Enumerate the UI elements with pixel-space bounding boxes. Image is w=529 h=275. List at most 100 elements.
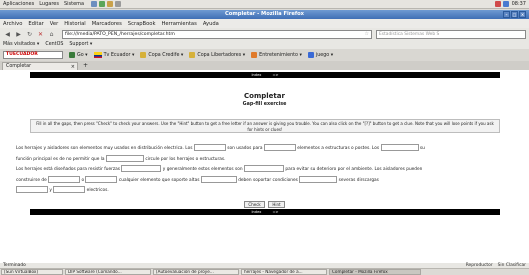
stop-icon[interactable]: ✕ xyxy=(36,30,45,39)
gap-fill-text: Los herrajes y aisladores son elementos … xyxy=(16,144,514,197)
exercise-line-2: función principal es de no permitir que … xyxy=(16,154,514,166)
instructions-text: Fill in all the gaps, then press "Check"… xyxy=(36,121,494,132)
gap-input-9[interactable] xyxy=(200,175,237,183)
text-segment: Los herrajes y aisladores son elementos … xyxy=(16,146,193,151)
exercise-nav-bottom: Index => xyxy=(30,209,500,215)
url-bar[interactable]: file:///media/PATO_PEN_/herrajes/complet… xyxy=(62,29,372,39)
menu-scrapbook[interactable]: ScrapBook xyxy=(128,21,156,27)
game-icon xyxy=(307,52,314,58)
menu-edit[interactable]: Editar xyxy=(28,21,43,27)
bookmarks-toolbar: Más visitados ▾ CentOS Support ▾ xyxy=(0,40,529,49)
gap-input-1[interactable] xyxy=(193,144,226,151)
task-dip-software[interactable]: DIP Software (Comando... xyxy=(65,269,151,275)
ext-go-button[interactable]: Go ▾ xyxy=(69,52,88,58)
check-button[interactable]: Check xyxy=(244,201,265,208)
minimize-icon[interactable]: – xyxy=(503,11,510,18)
back-icon[interactable]: ◀ xyxy=(3,30,12,39)
new-tab-icon[interactable]: + xyxy=(83,62,88,69)
text-segment: cualquier elemento que soporte altas xyxy=(118,177,200,183)
browser-launcher-icon[interactable] xyxy=(91,1,98,7)
gap-input-10[interactable] xyxy=(299,175,338,183)
bookmark-most-visited[interactable]: Más visitados ▾ xyxy=(3,42,39,47)
close-icon[interactable]: × xyxy=(519,11,526,18)
next-link-bottom[interactable]: => xyxy=(273,210,279,214)
gap-input-12[interactable] xyxy=(53,186,86,193)
hint-button[interactable]: Hint xyxy=(268,201,285,208)
index-link-top[interactable]: Index xyxy=(251,73,261,77)
text-segment: o xyxy=(81,177,85,183)
ext-entretenimiento[interactable]: Entretenimiento ▾ xyxy=(251,52,302,58)
index-link-bottom[interactable]: Index xyxy=(251,210,261,214)
mail-launcher-icon[interactable] xyxy=(99,1,106,7)
ext-juego-label: juego ▾ xyxy=(315,52,334,58)
text-segment: severas dirscargas xyxy=(338,177,379,183)
menu-help[interactable]: Ayuda xyxy=(203,21,219,27)
task-virtualbox[interactable]: [Sun VirtualBox] xyxy=(1,269,63,275)
tab-strip: Completar × + xyxy=(0,61,529,70)
menu-bookmarks[interactable]: Marcadores xyxy=(92,21,122,27)
gap-input-4[interactable] xyxy=(105,154,144,162)
exercise-buttons: Check Hint xyxy=(0,201,529,208)
bookmark-support[interactable]: Support ▾ xyxy=(69,42,92,47)
exercise-nav-top: Index => xyxy=(30,72,500,78)
reload-icon[interactable]: ↻ xyxy=(25,30,34,39)
page-content: Index => Completar Gap-fill exercise Fil… xyxy=(0,70,529,263)
tab-close-icon[interactable]: × xyxy=(71,64,75,70)
ext-tv-ecuador[interactable]: Tv Ecuador ▾ xyxy=(93,52,135,58)
text-segment: elementos a estructuras o postes. Los xyxy=(297,146,380,151)
clock[interactable]: 08:37 xyxy=(512,1,526,7)
terminal-launcher-icon[interactable] xyxy=(107,1,114,7)
network-icon[interactable] xyxy=(494,1,501,7)
text-segment: deben soportar condiciones xyxy=(238,177,298,183)
gap-input-11[interactable] xyxy=(16,186,48,193)
ext-juego[interactable]: juego ▾ xyxy=(307,52,334,58)
home-icon[interactable]: ⌂ xyxy=(47,30,56,39)
text-segment: y generalmente estos elementos son xyxy=(162,167,243,172)
search-bar[interactable]: Estadística Sistemas Web S xyxy=(376,29,526,39)
editor-launcher-icon[interactable] xyxy=(115,1,122,7)
next-link-top[interactable]: => xyxy=(273,73,279,77)
gap-input-7[interactable] xyxy=(48,175,81,183)
menu-file[interactable]: Archivo xyxy=(3,21,22,27)
volume-icon[interactable] xyxy=(502,1,509,7)
ext-copa-credife-label: Copa Credife ▾ xyxy=(148,52,184,58)
text-segment: su xyxy=(419,146,425,151)
menu-applications[interactable]: Aplicaciones xyxy=(3,1,34,7)
maximize-icon[interactable]: □ xyxy=(511,11,518,18)
gap-input-5[interactable] xyxy=(121,165,162,172)
forward-icon[interactable]: ▶ xyxy=(14,30,23,39)
bookmark-centos[interactable]: CentOS xyxy=(45,42,63,47)
ext-tv-ecuador-label: Tv Ecuador ▾ xyxy=(103,52,135,58)
ext-go-label: Go ▾ xyxy=(77,52,88,58)
navigation-toolbar: ◀ ▶ ↻ ✕ ⌂ file:///media/PATO_PEN_/herraj… xyxy=(0,28,529,40)
task-firefox[interactable]: Completar - Mozilla Firefox xyxy=(329,269,421,275)
task-herrajes[interactable]: herrajes - Navegador de a... xyxy=(241,269,327,275)
gap-input-3[interactable] xyxy=(380,144,419,151)
text-segment: son usados para xyxy=(227,146,263,151)
text-segment: Los herrajes está diseñados para resisti… xyxy=(16,167,121,172)
gap-input-2[interactable] xyxy=(263,144,296,151)
firefox-menubar: Archivo Editar Ver Historial Marcadores … xyxy=(0,19,529,28)
tuecuador-search-input[interactable]: TUECUADOR xyxy=(3,51,63,59)
menu-view[interactable]: Ver xyxy=(50,21,58,27)
gap-input-8[interactable] xyxy=(85,175,118,183)
text-segment: circule por los herrajes o estructuras. xyxy=(145,156,226,162)
window-titlebar[interactable]: Completar - Mozilla Firefox – □ × xyxy=(0,10,529,19)
ext-entretenimiento-label: Entretenimiento ▾ xyxy=(259,52,302,58)
search-placeholder: Estadística Sistemas Web S xyxy=(379,31,440,37)
menu-places[interactable]: Lugares xyxy=(39,1,59,7)
task-autoevaluacion[interactable]: [Autoevaluación de proye... xyxy=(153,269,239,275)
gap-input-6[interactable] xyxy=(244,165,285,172)
menu-tools[interactable]: Herramientas xyxy=(161,21,196,27)
flag-icon xyxy=(93,52,102,58)
exercise-subtitle: Gap-fill exercise xyxy=(242,102,287,107)
tab-completar[interactable]: Completar × xyxy=(2,62,78,70)
menu-system[interactable]: Sistema xyxy=(64,1,84,7)
ext-copa-libertadores-label: Copa Libertadores ▾ xyxy=(197,52,246,58)
window-controls: – □ × xyxy=(502,11,526,18)
bookmark-star-icon[interactable]: ☆ xyxy=(365,31,369,37)
ext-copa-libertadores[interactable]: Copa Libertadores ▾ xyxy=(189,52,245,58)
folder-icon xyxy=(251,52,258,58)
menu-history[interactable]: Historial xyxy=(64,21,85,27)
ext-copa-credife[interactable]: Copa Credife ▾ xyxy=(140,52,183,58)
